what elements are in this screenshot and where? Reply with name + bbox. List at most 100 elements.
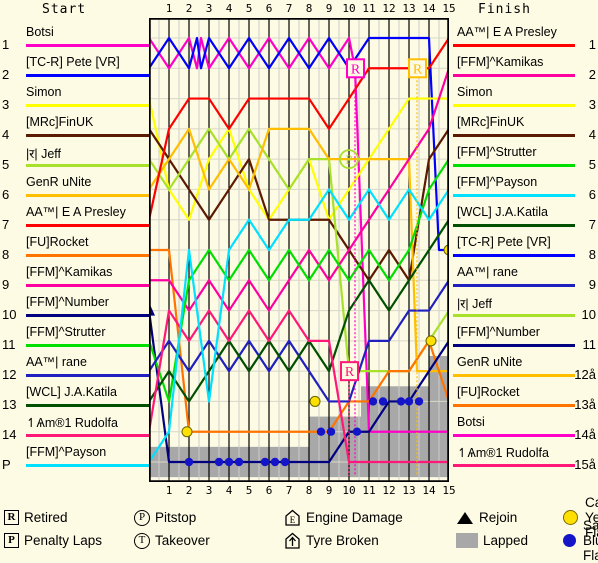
start-row[interactable]: 5 |र| Jeff: [0, 145, 149, 175]
circled-T-icon: T: [134, 532, 150, 549]
start-driver-name: [FFM]^Payson: [26, 445, 107, 459]
axis-lap-numbers-top: 1 2 3 4 5 6 7 8 9 10 11 12 13 14 15: [149, 2, 456, 18]
finish-driver-name: [FFM]^Payson: [457, 175, 538, 189]
boxed-P-icon: P: [4, 533, 19, 548]
blue-flag-dot[interactable]: [184, 457, 194, 467]
start-driver-name: Botsi: [26, 25, 54, 39]
start-driver-name: [FFM]^Kamikas: [26, 265, 113, 279]
finish-row[interactable]: 2 [FFM]^Kamikas: [449, 55, 598, 85]
legend-label: Penalty Laps: [24, 533, 103, 548]
yellow-flag-dot[interactable]: [181, 426, 193, 438]
blue-flag-dot[interactable]: [326, 427, 336, 436]
finish-driver-name: |र| Jeff: [457, 297, 493, 311]
finish-row[interactable]: 14å Botsi: [449, 415, 598, 445]
start-driver-name: GenR uNite: [26, 175, 92, 189]
lap-tick-label: 7: [285, 484, 293, 497]
legend-item: T Takeover: [134, 532, 284, 549]
retired-marker[interactable]: R: [346, 58, 365, 79]
start-row[interactable]: 12 AA™| rane: [0, 355, 149, 385]
blue-flag-dot[interactable]: [368, 397, 378, 406]
start-driver-name: AA™| E A Presley: [26, 205, 126, 219]
start-color-rule: [26, 224, 149, 227]
start-position: 14: [2, 427, 17, 442]
legend-item: P Pitstop: [134, 509, 284, 526]
blue-flag-dot[interactable]: [214, 457, 224, 467]
start-row[interactable]: 10 [FFM]^Number: [0, 295, 149, 325]
finish-row[interactable]: 6 [FFM]^Payson: [449, 175, 598, 205]
legend-label: Retired: [24, 510, 68, 525]
legend-label: Takeover: [155, 533, 210, 548]
axis-lap-numbers-bottom: 1 2 3 4 5 6 7 8 9 10 11 12 13 14 15: [149, 484, 456, 500]
lapped-swatch-icon: [456, 533, 478, 548]
start-color-rule: [26, 284, 149, 287]
finish-row[interactable]: 9 AA™| rane: [449, 265, 598, 295]
start-row[interactable]: 13 [WCL] J.A.Katila: [0, 385, 149, 415]
finish-row[interactable]: 11 [FFM]^Number: [449, 325, 598, 355]
finish-row[interactable]: 1 AA™| E A Presley: [449, 25, 598, 55]
finish-row[interactable]: 8 [TC-R] Pete [VR]: [449, 235, 598, 265]
blue-flag-dot[interactable]: [234, 457, 244, 467]
start-row[interactable]: 6 GenR uNite: [0, 175, 149, 205]
lap-tick-label: 11: [362, 484, 376, 497]
boxed-R-icon: R: [4, 510, 19, 525]
finish-driver-name: [MRc]FinUK: [457, 115, 525, 129]
start-driver-name: |र| Jeff: [26, 147, 62, 161]
lap-tick-label: 3: [205, 2, 213, 15]
start-row[interactable]: P [FFM]^Payson: [0, 445, 149, 475]
start-driver-name: [FFM]^Strutter: [26, 325, 106, 339]
start-position: 13: [2, 397, 17, 412]
circled-P-icon: P: [134, 509, 150, 526]
finish-order-list: 1 AA™| E A Presley 2 [FFM]^Kamikas 3 Simon 4 [M…: [449, 0, 598, 500]
finish-color-rule: [453, 194, 575, 197]
finish-color-rule: [453, 74, 575, 77]
start-row[interactable]: 7 AA™| E A Presley: [0, 205, 149, 235]
start-row[interactable]: 14 ↿Ѧm®1 Rudolfa: [0, 415, 149, 445]
blue-flag-dot[interactable]: [404, 397, 414, 406]
blue-flag-dot[interactable]: [260, 457, 270, 467]
finish-row[interactable]: 7 [WCL] J.A.Katila: [449, 205, 598, 235]
finish-row[interactable]: 15å ↿Ѧm®1 Rudolfa: [449, 445, 598, 475]
legend-item: Lapped: [456, 533, 561, 548]
retired-marker[interactable]: R: [340, 361, 359, 382]
blue-flag-dot[interactable]: [280, 457, 290, 467]
blue-flag-dot[interactable]: [270, 457, 280, 467]
start-row[interactable]: 2 [TC-R] Pete [VR]: [0, 55, 149, 85]
retired-marker-glyph: R: [351, 62, 361, 77]
lap-tick-label: 8: [305, 484, 313, 497]
blue-flag-dot[interactable]: [224, 457, 234, 467]
blue-flag-dot[interactable]: [352, 427, 362, 436]
start-row[interactable]: 4 [MRc]FinUK: [0, 115, 149, 145]
finish-driver-name: AA™| rane: [457, 265, 518, 279]
finish-row[interactable]: 10 |र| Jeff: [449, 295, 598, 325]
legend-item: Rejoin: [456, 510, 561, 525]
finish-row[interactable]: 5 [FFM]^Strutter: [449, 145, 598, 175]
blue-flag-dot[interactable]: [396, 397, 406, 406]
legend-label: Tyre Broken: [306, 533, 379, 548]
lap-tick-label: 2: [185, 2, 193, 15]
finish-color-rule: [453, 164, 575, 167]
start-row[interactable]: 9 [FFM]^Kamikas: [0, 265, 149, 295]
finish-color-rule: [453, 224, 575, 227]
retired-marker[interactable]: R: [408, 58, 427, 79]
start-row[interactable]: 1 Botsi: [0, 25, 149, 55]
finish-row[interactable]: 13å [FU]Rocket: [449, 385, 598, 415]
start-color-rule: [26, 374, 149, 377]
yellow-flag-dot[interactable]: [309, 395, 321, 407]
blue-flag-dot[interactable]: [378, 397, 388, 406]
blue-flag-dot[interactable]: [414, 397, 424, 406]
lap-tick-label: 6: [265, 484, 273, 497]
yellow-flag-dot[interactable]: [425, 335, 437, 347]
finish-row[interactable]: 4 [MRc]FinUK: [449, 115, 598, 145]
blue-flag-dot[interactable]: [316, 427, 326, 436]
start-position: 2: [2, 67, 10, 82]
finish-driver-name: [FFM]^Number: [457, 325, 540, 339]
finish-row[interactable]: 3 Simon: [449, 85, 598, 115]
start-row[interactable]: 8 [FU]Rocket: [0, 235, 149, 265]
legend-item: Saw Blue Flag: [561, 518, 598, 563]
tyre-broken-icon: [285, 532, 300, 549]
lap-tick-label: 4: [225, 484, 233, 497]
start-row[interactable]: 11 [FFM]^Strutter: [0, 325, 149, 355]
finish-row[interactable]: 12å GenR uNite: [449, 355, 598, 385]
start-row[interactable]: 3 Simon: [0, 85, 149, 115]
lap-tick-label: 10: [342, 484, 356, 497]
